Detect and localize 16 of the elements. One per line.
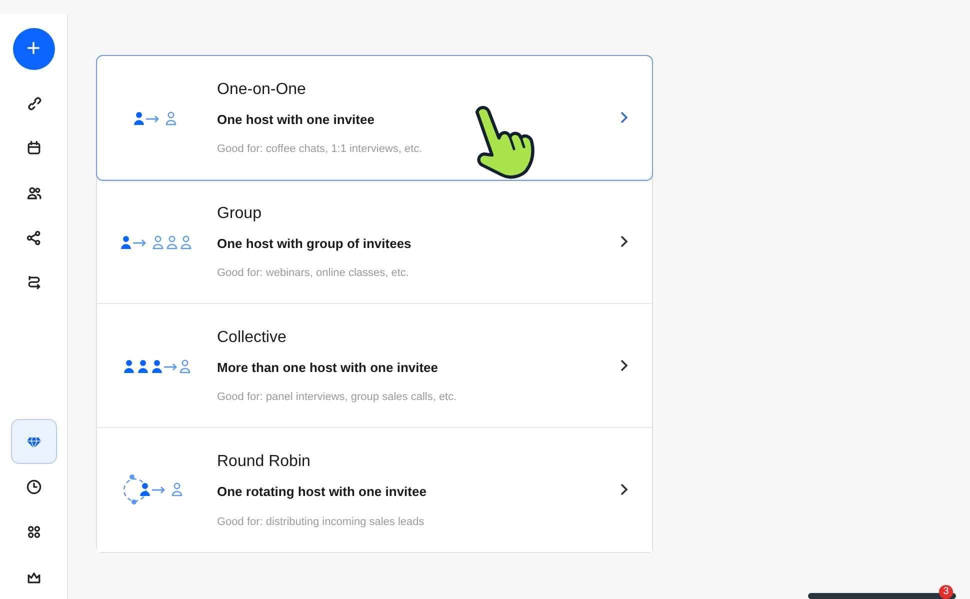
event-type-option[interactable]: One-on-One One host with one invitee Good for: coffee chats, 1:1 interviews, etc. <box>97 56 652 180</box>
event-type-hint: Good for: webinars, online classes, etc. <box>217 266 410 281</box>
event-type-hint: Good for: panel interviews, group sales calls, etc. <box>217 390 458 405</box>
notification-badge: 3 <box>939 585 953 599</box>
event-type-subtitle: One host with group of invitees <box>217 234 412 253</box>
event-type-title: One-on-One <box>217 80 307 100</box>
event-type-hint: Good for: distributing incoming sales leads <box>217 514 426 530</box>
event-type-subtitle: One rotating host with one invitee <box>217 483 428 501</box>
event-type-title: Round Robin <box>217 452 312 472</box>
create-button[interactable]: + <box>12 28 54 70</box>
event-type-title: Collective <box>217 328 288 348</box>
event-type-subtitle: More than one host with one invitee <box>217 358 440 376</box>
event-type-option[interactable]: Group One host with group of invitees Good for: webinars, online classes, etc. <box>97 180 652 304</box>
event-type-hint: Good for: coffee chats, 1:1 interviews, etc. <box>217 142 424 157</box>
event-type-title: Group <box>217 204 262 224</box>
event-type-subtitle: One host with one invitee <box>217 110 376 128</box>
